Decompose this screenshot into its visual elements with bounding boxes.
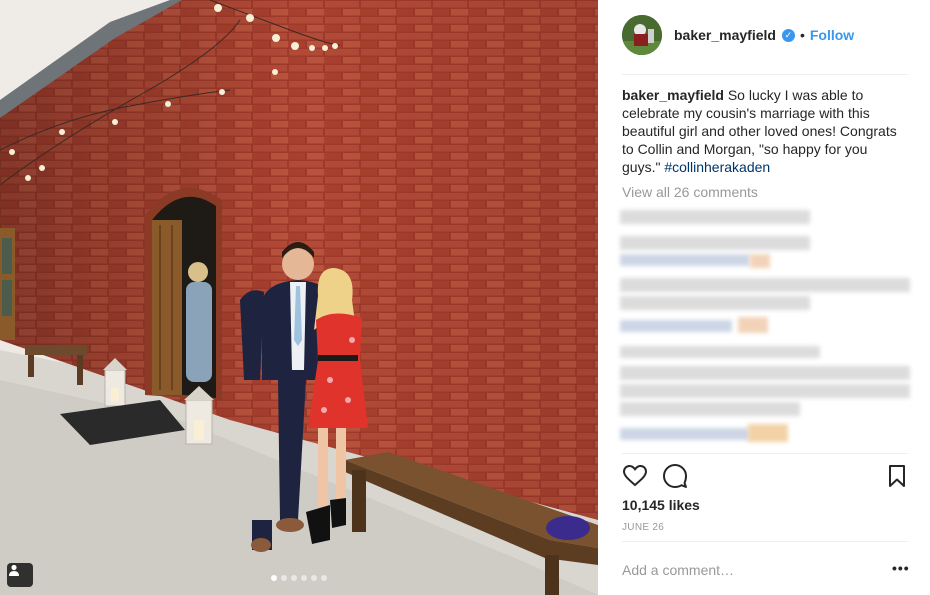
carousel-indicators: [271, 575, 327, 581]
action-bar: [622, 463, 912, 491]
carousel-dot: [271, 575, 277, 581]
instagram-post: baker_mayfield ✓ • Follow baker_mayfield…: [0, 0, 930, 595]
caption-username[interactable]: baker_mayfield: [622, 87, 724, 103]
caption-hashtag[interactable]: #collinherakaden: [664, 159, 770, 175]
add-comment-input[interactable]: [622, 561, 862, 579]
avatar[interactable]: [622, 15, 662, 55]
post-date[interactable]: JUNE 26: [622, 522, 664, 533]
more-options-button[interactable]: •••: [892, 560, 910, 576]
bookmark-icon[interactable]: [884, 463, 910, 489]
post-photo[interactable]: [0, 0, 598, 595]
divider: [622, 74, 908, 75]
avatar-image: [622, 15, 662, 55]
verified-check-icon: ✓: [781, 28, 795, 42]
carousel-dot: [321, 575, 327, 581]
divider: [622, 541, 908, 542]
post-caption: baker_mayfield So lucky I was able to ce…: [622, 86, 908, 176]
header-separator: •: [799, 27, 805, 43]
follow-button[interactable]: Follow: [810, 27, 854, 43]
divider: [622, 453, 908, 454]
carousel-dot: [281, 575, 287, 581]
post-header: baker_mayfield ✓ • Follow: [622, 14, 908, 56]
speech-bubble-icon[interactable]: [662, 463, 688, 489]
wedding-photo-illustration: [0, 0, 598, 595]
view-all-comments-link[interactable]: View all 26 comments: [622, 184, 758, 200]
carousel-dot: [311, 575, 317, 581]
likes-count[interactable]: 10,145 likes: [622, 497, 700, 513]
heart-icon[interactable]: [622, 463, 648, 489]
person-tag-icon: [9, 564, 19, 576]
post-side-panel: baker_mayfield ✓ • Follow baker_mayfield…: [598, 0, 930, 595]
header-username[interactable]: baker_mayfield: [674, 27, 776, 43]
carousel-dot: [301, 575, 307, 581]
tag-people-button[interactable]: [7, 563, 33, 587]
carousel-dot: [291, 575, 297, 581]
